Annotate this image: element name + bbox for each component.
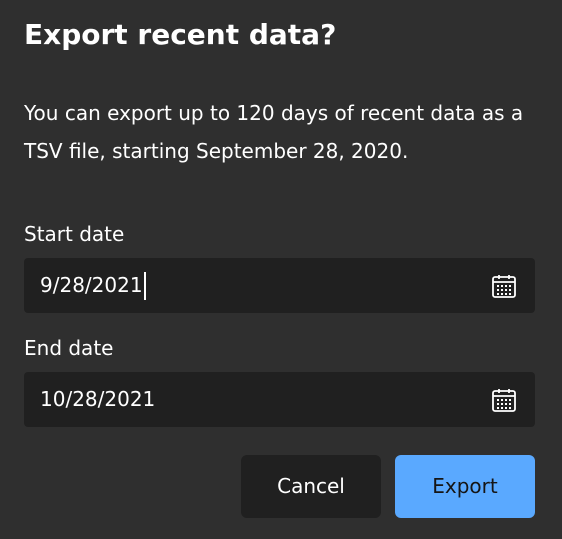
start-date-input[interactable]: 9/28/2021: [24, 258, 535, 313]
start-date-value-wrap: 9/28/2021: [40, 258, 146, 313]
start-date-label: Start date: [24, 222, 125, 246]
cancel-button[interactable]: Cancel: [241, 455, 381, 518]
dialog-title: Export recent data?: [24, 18, 337, 51]
export-button[interactable]: Export: [395, 455, 535, 518]
end-date-input[interactable]: 10/28/2021: [24, 372, 535, 427]
end-date-label: End date: [24, 336, 114, 360]
text-caret: [143, 271, 146, 300]
start-date-value: 9/28/2021: [40, 273, 143, 297]
export-dialog: Export recent data? You can export up to…: [0, 0, 562, 539]
calendar-icon[interactable]: [490, 272, 518, 300]
dialog-description: You can export up to 120 days of recent …: [24, 101, 524, 163]
end-date-value: 10/28/2021: [40, 387, 156, 411]
calendar-icon[interactable]: [490, 386, 518, 414]
